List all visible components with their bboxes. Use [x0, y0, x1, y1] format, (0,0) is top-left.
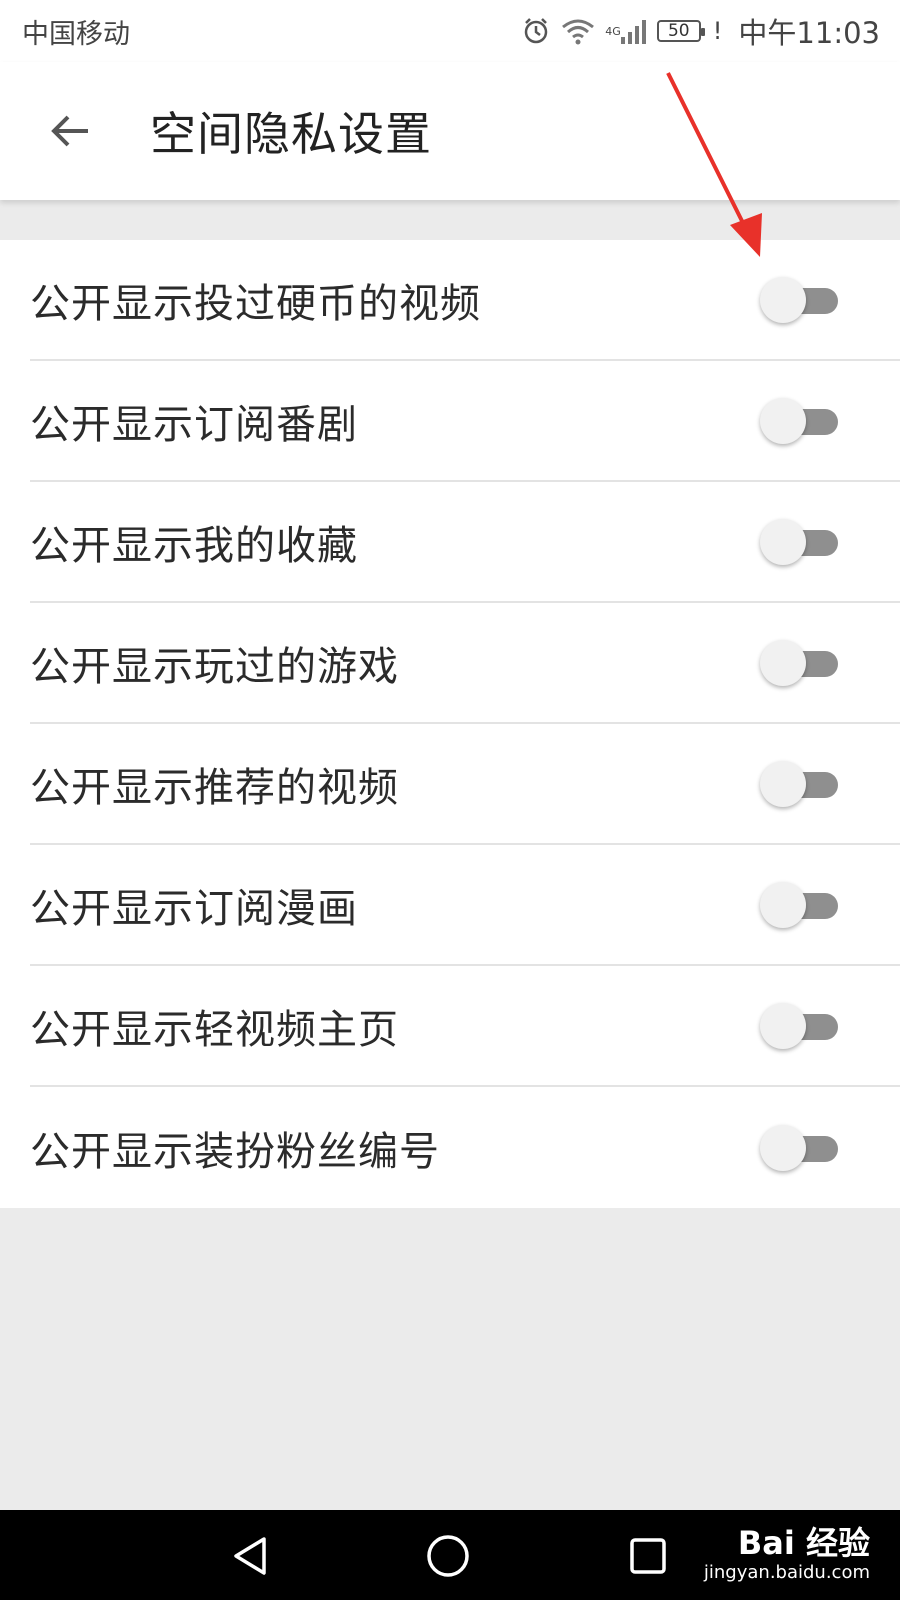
- baidu-watermark: Bai 经验 jingyan.baidu.com: [704, 1518, 870, 1583]
- toggle-switch[interactable]: [760, 759, 840, 809]
- arrow-left-icon: [51, 115, 88, 147]
- setting-row-subscribed-comics: 公开显示订阅漫画: [30, 845, 900, 966]
- toggle-switch[interactable]: [760, 880, 840, 930]
- page-title: 空间隐私设置: [150, 107, 432, 161]
- toggle-switch[interactable]: [760, 638, 840, 688]
- toggle-switch[interactable]: [760, 1123, 840, 1173]
- nav-back-button[interactable]: [222, 1528, 278, 1584]
- toggle-switch[interactable]: [760, 275, 840, 325]
- setting-label: 公开显示玩过的游戏: [30, 643, 399, 690]
- recents-square-icon: [630, 1538, 666, 1574]
- toggle-thumb: [760, 760, 806, 807]
- setting-row-light-video-home: 公开显示轻视频主页: [30, 966, 900, 1087]
- setting-row-recommended-videos: 公开显示推荐的视频: [30, 724, 900, 845]
- status-bar: 中国移动 4G 50 ! 中午11:03: [0, 0, 900, 62]
- alarm-icon: [521, 16, 551, 46]
- setting-row-subscribed-anime: 公开显示订阅番剧: [30, 361, 900, 482]
- watermark-brand: Bai 经验: [737, 1524, 870, 1562]
- setting-label: 公开显示轻视频主页: [30, 1006, 399, 1053]
- setting-label: 公开显示订阅漫画: [30, 885, 358, 932]
- alert-indicator: !: [712, 17, 723, 45]
- toggle-thumb: [760, 639, 806, 686]
- home-circle-icon: [427, 1535, 469, 1577]
- status-icons: 4G 50 ! 中午11:03: [521, 10, 880, 52]
- setting-label: 公开显示推荐的视频: [30, 764, 399, 811]
- wifi-icon: [561, 17, 595, 45]
- toggle-thumb: [760, 1124, 806, 1171]
- system-nav-bar: Bai 经验 jingyan.baidu.com: [0, 1510, 900, 1600]
- watermark-url: jingyan.baidu.com: [703, 1562, 870, 1583]
- setting-label: 公开显示投过硬币的视频: [30, 280, 481, 327]
- toggle-switch[interactable]: [760, 396, 840, 446]
- settings-list: 公开显示投过硬币的视频 公开显示订阅番剧 公开显示我的收藏 公开显示玩过的游戏 …: [0, 240, 900, 1208]
- setting-label: 公开显示装扮粉丝编号: [30, 1128, 440, 1175]
- battery-icon: 50: [656, 20, 705, 42]
- nav-home-button[interactable]: [420, 1528, 476, 1584]
- red-arrow-annotation: [666, 72, 762, 257]
- toggle-switch[interactable]: [760, 1001, 840, 1051]
- setting-label: 公开显示订阅番剧: [30, 401, 358, 448]
- setting-label: 公开显示我的收藏: [30, 522, 358, 569]
- toggle-thumb: [760, 1002, 806, 1049]
- setting-row-fan-number: 公开显示装扮粉丝编号: [30, 1087, 900, 1208]
- toggle-thumb: [760, 881, 806, 928]
- toggle-thumb: [760, 518, 806, 565]
- signal-icon: 4G: [605, 17, 647, 45]
- back-triangle-icon: [234, 1537, 266, 1575]
- setting-row-played-games: 公开显示玩过的游戏: [30, 603, 900, 724]
- setting-row-favorites: 公开显示我的收藏: [30, 482, 900, 603]
- nav-recents-button[interactable]: [620, 1528, 676, 1584]
- toggle-switch[interactable]: [760, 517, 840, 567]
- carrier-name: 中国移动: [22, 18, 130, 50]
- clock: 中午11:03: [738, 16, 880, 50]
- toggle-thumb: [760, 397, 806, 444]
- back-button[interactable]: [35, 96, 105, 166]
- toggle-thumb: [760, 276, 806, 323]
- battery-level: 50: [667, 21, 690, 41]
